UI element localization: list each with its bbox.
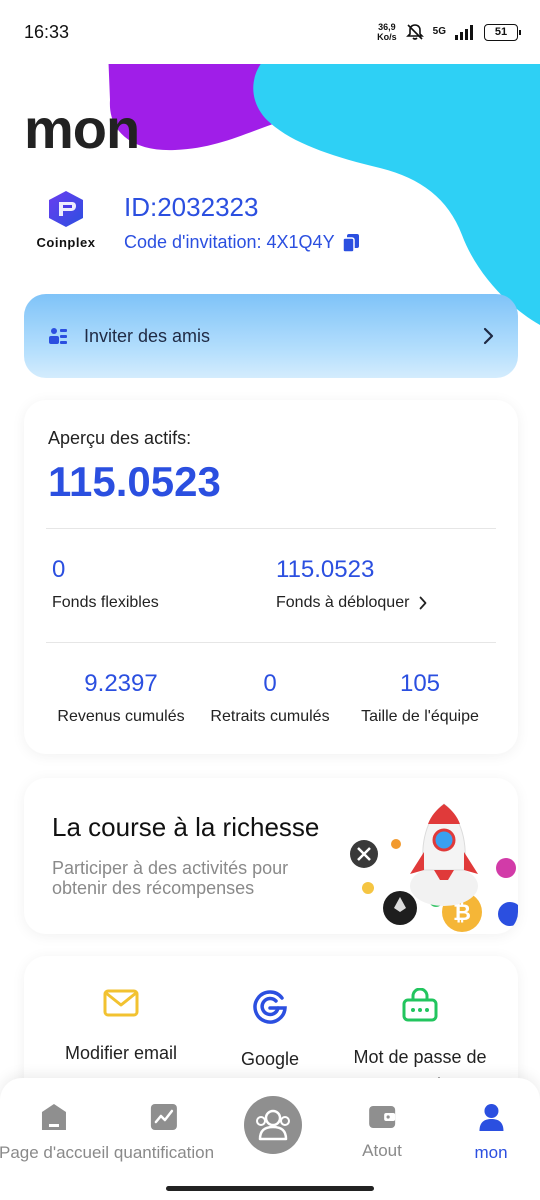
- network-speed: 36,9 Ko/s: [377, 22, 397, 42]
- flexible-funds-value: 0: [52, 556, 66, 583]
- coinplex-logo: Coinplex: [36, 190, 96, 254]
- assets-overview-card: Aperçu des actifs: 115.0523 0 Fonds flex…: [24, 400, 518, 754]
- user-icon: [478, 1104, 503, 1131]
- email-icon: [103, 989, 139, 1017]
- invite-friends-icon: [49, 328, 67, 344]
- signal-icon: [455, 25, 473, 40]
- cumulative-revenue-label: Revenus cumulés: [57, 708, 185, 725]
- page-title: mon: [24, 97, 140, 160]
- team-size-label: Taille de l'équipe: [361, 708, 479, 725]
- divider: [46, 642, 496, 643]
- nav-atout[interactable]: Atout: [362, 1102, 402, 1161]
- unlock-funds-value: 115.0523: [276, 556, 375, 583]
- logo-text: Coinplex: [36, 235, 96, 250]
- invite-friends-label: Inviter des amis: [84, 325, 211, 346]
- nav-quantification-label: quantification: [113, 1143, 215, 1162]
- modify-email-button[interactable]: Modifier email: [41, 988, 201, 1067]
- invite-friends-button[interactable]: Inviter des amis: [24, 294, 518, 378]
- assets-title: Aperçu des actifs:: [48, 428, 192, 448]
- chevron-right-icon: [483, 327, 494, 345]
- battery-icon: 51: [484, 23, 521, 41]
- user-id: ID:2032323: [124, 192, 259, 222]
- nav-quantification[interactable]: quantification: [114, 1102, 214, 1163]
- chart-icon: [151, 1104, 177, 1130]
- chevron-right-icon: [420, 596, 427, 610]
- nav-home-label: Page d'accueil: [0, 1143, 110, 1162]
- invite-code-text: Code d'invitation: 4X1Q4Y: [124, 232, 335, 252]
- rocket-illustration: ₿: [350, 803, 518, 932]
- nav-mon-label: mon: [474, 1143, 508, 1162]
- nav-mon[interactable]: mon: [474, 1102, 508, 1163]
- assets-total: 115.0523: [48, 458, 221, 505]
- network-type: 5G: [432, 26, 446, 37]
- status-bar: 16:33 36,9 Ko/s 5G 51: [0, 0, 540, 64]
- bottom-navigation: Page d'accueil quantification Atout mon: [0, 1078, 540, 1200]
- team-icon: [256, 1109, 290, 1141]
- nav-atout-label: Atout: [362, 1141, 402, 1160]
- copy-icon[interactable]: [342, 233, 359, 252]
- password-icon: [402, 987, 438, 1022]
- coinplex-logo-icon: [49, 191, 83, 227]
- wealth-race-card[interactable]: La course à la richesse Participer à des…: [24, 778, 518, 934]
- network-speed-unit: Ko/s: [377, 32, 397, 42]
- status-time: 16:33: [24, 22, 70, 42]
- wealth-race-subtitle: Participer à des activités pour obtenir …: [52, 858, 289, 898]
- mute-icon: [405, 24, 424, 40]
- cumulative-withdrawals-value: 0: [263, 670, 277, 697]
- invite-code: Code d'invitation: 4X1Q4Y: [124, 232, 359, 253]
- modify-email-label: Modifier email: [64, 1043, 178, 1063]
- divider: [46, 528, 496, 529]
- team-size-value: 105: [399, 670, 441, 697]
- unlock-funds-label: Fonds à débloquer: [276, 594, 410, 611]
- home-icon: [41, 1104, 66, 1130]
- home-indicator: [166, 1186, 374, 1191]
- network-speed-value: 36,9: [378, 22, 396, 32]
- unlock-funds-link[interactable]: Fonds à débloquer: [276, 594, 427, 612]
- status-icons: 36,9 Ko/s 5G 51: [377, 22, 521, 42]
- nav-team-button[interactable]: [244, 1096, 302, 1154]
- cumulative-withdrawals-label: Retraits cumulés: [210, 708, 330, 725]
- nav-home[interactable]: Page d'accueil: [0, 1102, 109, 1163]
- flexible-funds-label: Fonds flexibles: [52, 594, 159, 611]
- cumulative-revenue-value: 9.2397: [84, 670, 158, 697]
- google-icon: [253, 990, 287, 1024]
- wallet-icon: [368, 1106, 395, 1128]
- wealth-race-title: La course à la richesse: [52, 812, 320, 842]
